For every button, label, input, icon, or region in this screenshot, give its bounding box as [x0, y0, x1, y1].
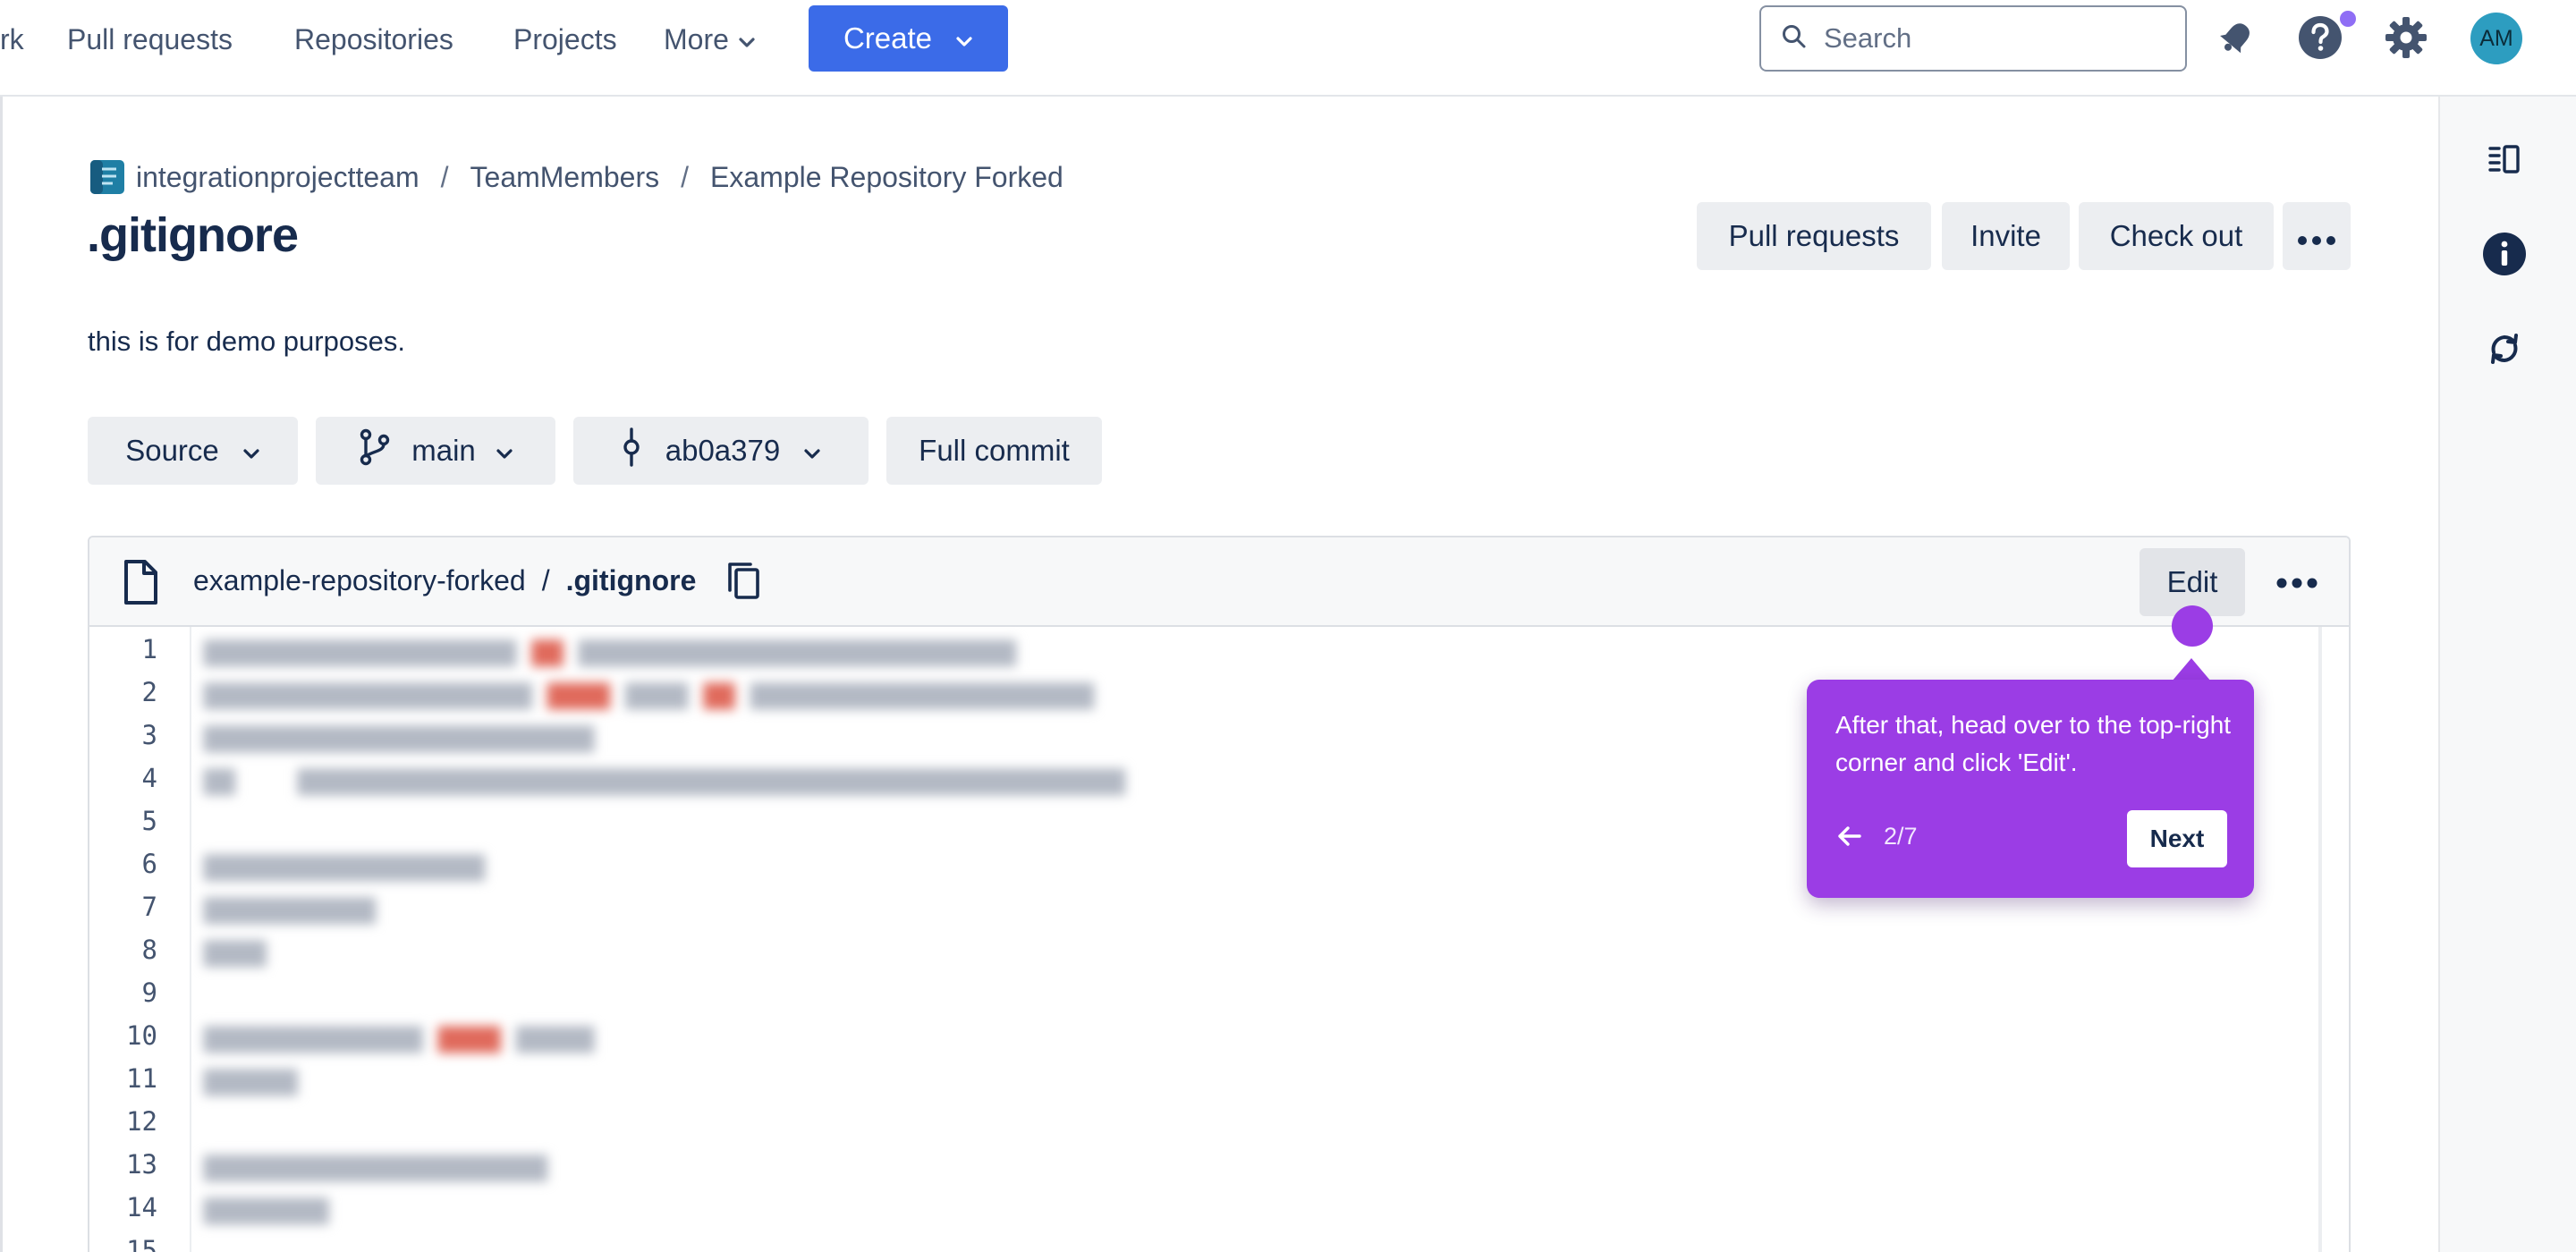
chevron-down-icon: [738, 18, 756, 61]
nav-link-work-truncated[interactable]: rk: [0, 18, 24, 61]
search-icon: [1781, 23, 1808, 55]
code-scrollbar[interactable]: [2318, 627, 2322, 1252]
line-number: 14: [126, 1192, 157, 1222]
blurred-code-line: ▇▇▇▇▇▇▇▇▇▇▇: [204, 893, 377, 924]
line-number: 3: [141, 720, 157, 750]
nav-more-menu[interactable]: More: [664, 18, 756, 61]
blurred-code-line: ▇▇▇▇▇▇▇▇: [204, 1194, 329, 1224]
guide-step-counter: 2/7: [1884, 823, 1918, 850]
chevron-down-icon: [496, 434, 513, 468]
blurred-code-line: ▇▇▇▇▇▇: [204, 1065, 298, 1096]
nav-link-projects[interactable]: Projects: [513, 18, 617, 61]
search-input[interactable]: [1824, 22, 2164, 55]
commit-dropdown-label: ab0a379: [665, 434, 781, 467]
line-number: 6: [141, 849, 157, 879]
blurred-code-line: ▇▇▇▇▇▇▇▇▇▇▇▇▇▇▇▇▇▇▇▇▇ ▇▇▇▇ ▇▇▇▇ ▇▇ ▇▇▇▇▇…: [204, 679, 1095, 709]
branch-dropdown-label: main: [411, 434, 476, 467]
file-path-name: .gitignore: [565, 563, 697, 596]
file-path-separator: /: [541, 563, 550, 596]
check-out-button[interactable]: Check out: [2079, 202, 2274, 270]
create-button[interactable]: Create: [809, 5, 1008, 72]
file-icon: [122, 559, 159, 610]
full-commit-button[interactable]: Full commit: [886, 417, 1102, 485]
nav-more-label: More: [664, 23, 729, 55]
pull-requests-button[interactable]: Pull requests: [1697, 202, 1931, 270]
breadcrumb-separator: /: [440, 160, 449, 193]
arrow-left-icon[interactable]: [1834, 821, 1864, 851]
help-notification-dot: [2340, 11, 2356, 27]
notifications-icon[interactable]: [2209, 11, 2263, 64]
workspace-logo-icon: [89, 159, 125, 195]
info-icon[interactable]: [2479, 229, 2529, 279]
blurred-code-line: ▇▇▇▇▇▇▇▇▇▇▇▇▇▇▇▇▇▇: [204, 850, 486, 881]
blurred-code-line: ▇▇▇▇▇▇▇▇▇▇▇▇▇▇ ▇▇▇▇ ▇▇▇▇▇: [204, 1022, 595, 1053]
commit-dropdown[interactable]: ab0a379: [573, 417, 869, 485]
guide-tooltip-text: After that, head over to the top-right c…: [1835, 711, 2232, 776]
line-number: 7: [141, 892, 157, 922]
help-icon[interactable]: [2293, 11, 2347, 64]
line-number: 13: [126, 1149, 157, 1180]
blurred-code-line: ▇▇▇▇▇▇▇▇▇▇▇▇▇▇▇▇▇▇▇▇▇▇: [204, 1151, 548, 1181]
chevron-down-icon: [242, 434, 260, 468]
nav-link-repositories[interactable]: Repositories: [294, 18, 453, 61]
toggle-sidebar-icon[interactable]: [2479, 134, 2529, 184]
line-number: 2: [141, 677, 157, 707]
line-number: 12: [126, 1106, 157, 1137]
user-avatar[interactable]: AM: [2470, 13, 2522, 64]
blurred-code-line: ▇▇ ▇▇▇▇▇▇▇▇▇▇▇▇▇▇▇▇▇▇▇▇▇▇▇▇▇▇▇▇▇▇▇▇▇▇▇▇▇…: [204, 765, 1126, 795]
branch-icon: [358, 427, 392, 474]
line-number: 5: [141, 806, 157, 836]
file-path: example-repository-forked / .gitignore: [193, 561, 760, 600]
create-button-label: Create: [843, 21, 933, 55]
line-number: 8: [141, 935, 157, 965]
file-header: example-repository-forked / .gitignore E…: [89, 537, 2349, 627]
file-more-icon[interactable]: [2275, 577, 2318, 594]
line-number: 10: [126, 1020, 157, 1051]
breadcrumb-project[interactable]: TeamMembers: [470, 161, 660, 194]
breadcrumb-workspace[interactable]: integrationprojectteam: [136, 161, 419, 194]
chevron-down-icon: [803, 434, 821, 468]
right-sidebar: [2438, 97, 2576, 1252]
top-navigation: rk Pull requests Repositories Projects M…: [0, 0, 2576, 97]
search-box[interactable]: [1759, 5, 2187, 72]
left-edge-divider: [0, 97, 3, 1252]
chevron-down-icon: [955, 21, 973, 55]
blurred-code-line: ▇▇▇▇▇▇▇▇▇▇▇▇▇▇▇▇▇▇▇▇ ▇▇ ▇▇▇▇▇▇▇▇▇▇▇▇▇▇▇▇…: [204, 636, 1016, 666]
line-number-gutter: 1 2 3 4 5 6 7 8 9 10 11 12 13 14 15: [89, 627, 191, 1252]
source-dropdown-label: Source: [125, 434, 219, 467]
line-number: 9: [141, 977, 157, 1008]
blurred-code-line: ▇▇▇▇: [204, 936, 267, 967]
line-number: 15: [126, 1235, 157, 1252]
breadcrumb-separator: /: [681, 160, 690, 193]
settings-gear-icon[interactable]: [2379, 11, 2433, 64]
line-number: 1: [141, 634, 157, 664]
line-number: 11: [126, 1063, 157, 1094]
branch-dropdown[interactable]: main: [316, 417, 555, 485]
guide-hotspot-beacon[interactable]: [2172, 605, 2213, 647]
nav-link-pull-requests[interactable]: Pull requests: [67, 18, 233, 61]
line-number: 4: [141, 763, 157, 793]
sync-icon[interactable]: [2479, 324, 2529, 374]
guide-tooltip-arrow: [2172, 658, 2211, 681]
blurred-code-line: ▇▇▇▇▇▇▇▇▇▇▇▇▇▇▇▇▇▇▇▇▇▇▇▇▇: [204, 722, 595, 752]
repository-description: this is for demo purposes.: [88, 326, 405, 357]
breadcrumb-repository[interactable]: Example Repository Forked: [710, 161, 1063, 194]
more-horizontal-icon: [2297, 219, 2336, 253]
guide-tooltip: After that, head over to the top-right c…: [1807, 680, 2254, 898]
file-path-folder[interactable]: example-repository-forked: [193, 564, 526, 597]
avatar-initials: AM: [2479, 25, 2513, 51]
copy-icon[interactable]: [726, 561, 760, 600]
more-actions-button[interactable]: [2283, 202, 2351, 270]
source-dropdown[interactable]: Source: [88, 417, 298, 485]
guide-next-button[interactable]: Next: [2127, 810, 2227, 867]
invite-button[interactable]: Invite: [1942, 202, 2070, 270]
page-title: .gitignore: [87, 208, 299, 262]
commit-icon: [621, 427, 642, 474]
breadcrumb: integrationprojectteam / TeamMembers / E…: [89, 156, 1063, 199]
